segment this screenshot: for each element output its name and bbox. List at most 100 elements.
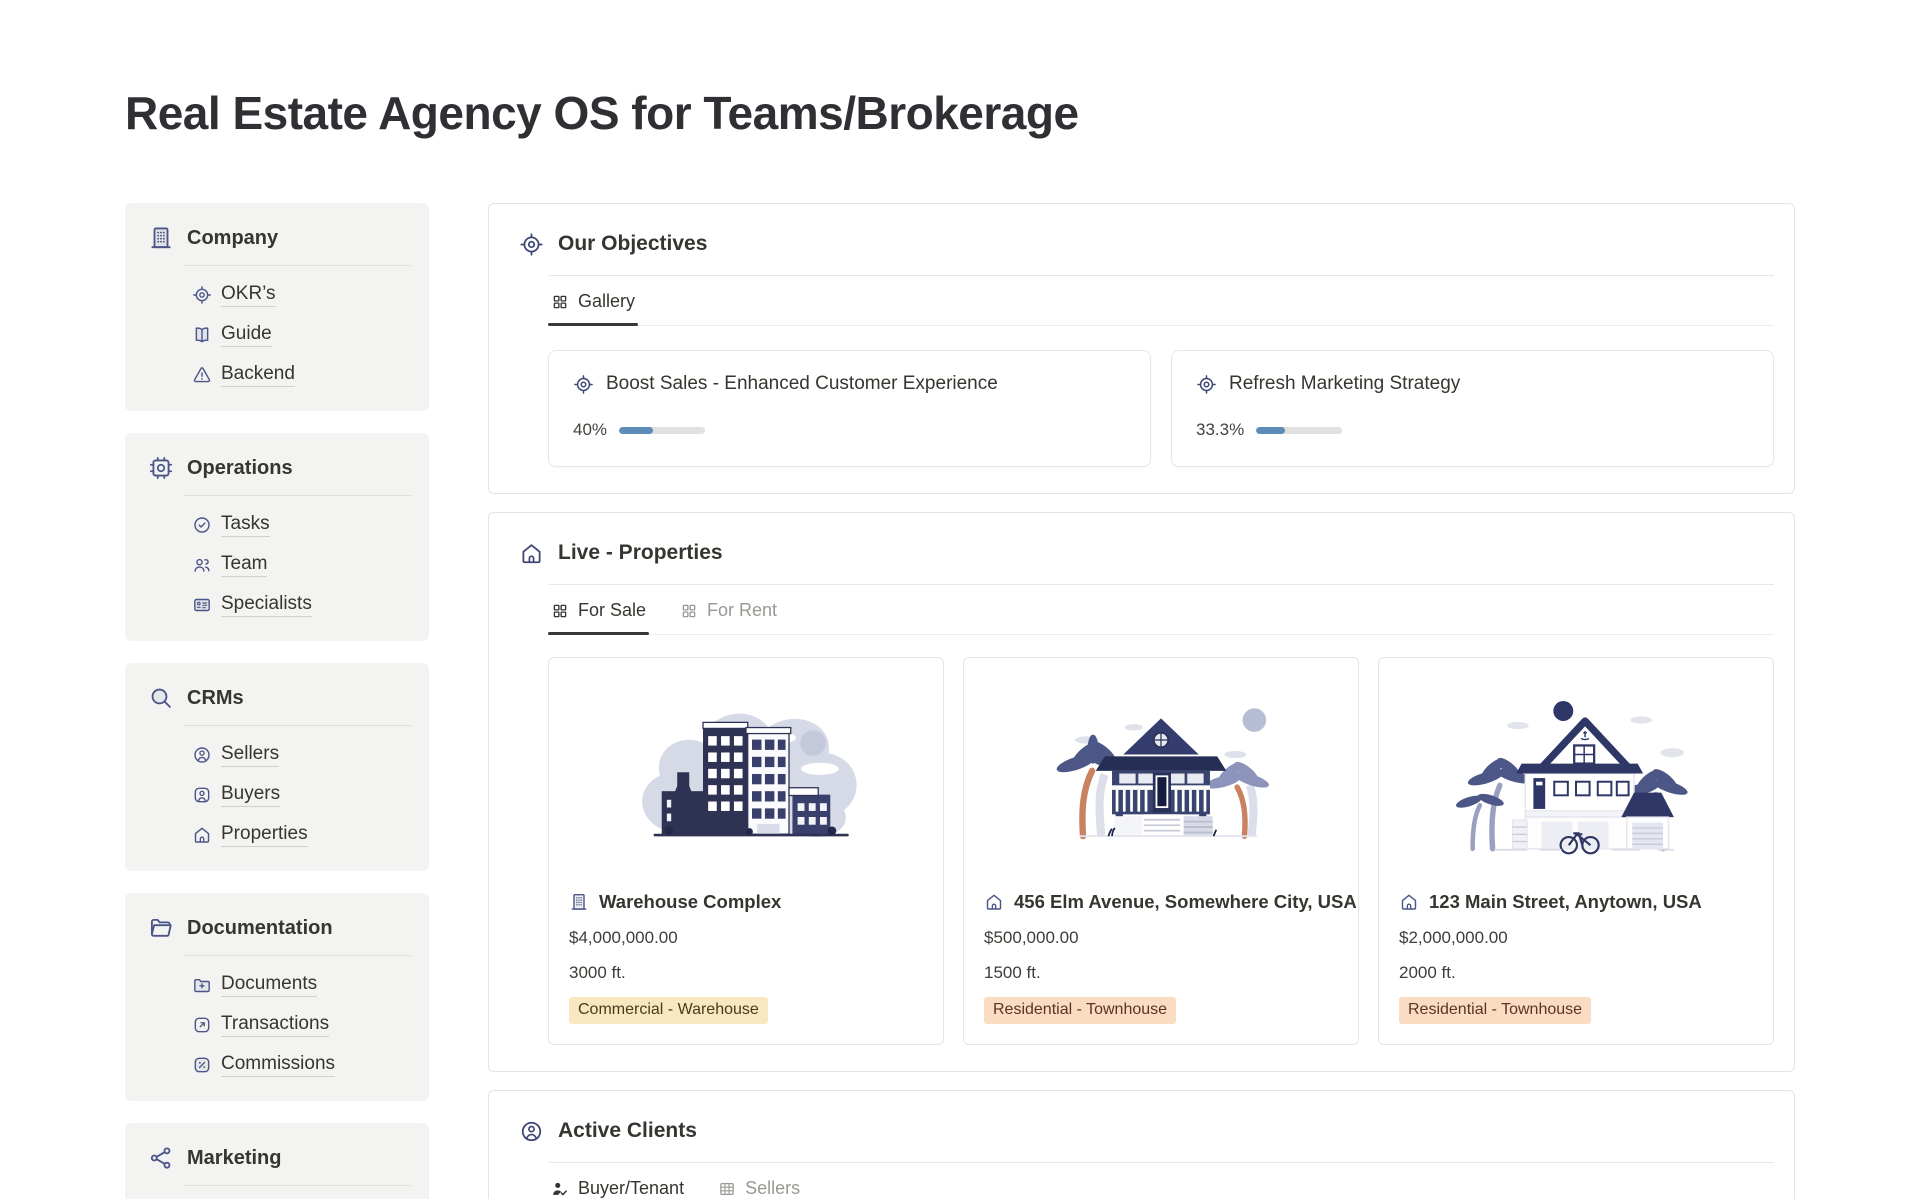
sidebar-item-label: Backend (221, 362, 295, 387)
gallery-grid-icon (551, 293, 569, 311)
divider (184, 265, 411, 266)
sidebar-section-title: Marketing (187, 1145, 281, 1171)
sidebar-item-properties[interactable]: Properties (192, 822, 411, 847)
check-circle-icon (192, 515, 212, 535)
sidebar-item-okrs[interactable]: OKR’s (192, 282, 411, 307)
property-price: $4,000,000.00 (569, 928, 923, 948)
sidebar-item-buyers[interactable]: Buyers (192, 782, 411, 807)
sidebar-section-company: Company OKR’s Guide Backend (125, 203, 429, 411)
tab-gallery[interactable]: Gallery (548, 276, 638, 325)
progress-percent: 40% (573, 420, 607, 440)
building-icon (148, 225, 174, 251)
target-icon (192, 285, 212, 305)
tab-for-rent[interactable]: For Rent (677, 585, 780, 634)
sidebar-item-specialists[interactable]: Specialists (192, 592, 411, 617)
sidebar-section-title: CRMs (187, 685, 244, 711)
progress-percent: 33.3% (1196, 420, 1244, 440)
property-area: 2000 ft. (1399, 963, 1753, 983)
active-clients-section: Active Clients Buyer/Tenant Sellers (488, 1090, 1795, 1199)
sidebar-section-operations: Operations Tasks Team Specialists (125, 433, 429, 641)
gallery-grid-icon (551, 602, 569, 620)
sidebar-item-label: Sellers (221, 742, 279, 767)
sidebar-section-title: Operations (187, 455, 293, 481)
objective-card-refresh-marketing[interactable]: Refresh Marketing Strategy 33.3% (1171, 350, 1774, 467)
sidebar-item-label: Transactions (221, 1012, 329, 1037)
user-square-icon (192, 785, 212, 805)
progress-fill (1256, 427, 1285, 434)
progress-bar (1256, 427, 1342, 434)
sidebar-item-team[interactable]: Team (192, 552, 411, 577)
tab-buyer-tenant[interactable]: Buyer/Tenant (548, 1163, 687, 1199)
objective-title: Refresh Marketing Strategy (1229, 373, 1460, 395)
sidebar-item-transactions[interactable]: Transactions (192, 1012, 411, 1037)
sidebar-item-label: Commissions (221, 1052, 335, 1077)
section-title: Live - Properties (558, 539, 723, 567)
sidebar-item-sellers[interactable]: Sellers (192, 742, 411, 767)
property-type-badge: Commercial - Warehouse (569, 997, 768, 1024)
properties-section: Live - Properties For Sale For Rent (488, 512, 1795, 1072)
property-card-456-elm-avenue[interactable]: 456 Elm Avenue, Somewhere City, USA $500… (963, 657, 1359, 1045)
chip-icon (148, 455, 174, 481)
sidebar-item-guide[interactable]: Guide (192, 322, 411, 347)
percent-icon (192, 1055, 212, 1075)
tab-sellers[interactable]: Sellers (715, 1163, 803, 1199)
property-price: $500,000.00 (984, 928, 1338, 948)
property-card-123-main-street[interactable]: 123 Main Street, Anytown, USA $2,000,000… (1378, 657, 1774, 1045)
main-content: Our Objectives Gallery B (488, 203, 1795, 1199)
sidebar-item-label: Team (221, 552, 267, 577)
sidebar-item-commissions[interactable]: Commissions (192, 1052, 411, 1077)
property-name: 456 Elm Avenue, Somewhere City, USA (1014, 891, 1357, 913)
clients-tabs: Buyer/Tenant Sellers (548, 1163, 1774, 1199)
home-icon (1399, 892, 1419, 912)
property-illustration-white-beach-house (1379, 658, 1773, 875)
sidebar-item-label: Specialists (221, 592, 312, 617)
sidebar-section-marketing: Marketing Brand Assets (125, 1123, 429, 1199)
objective-card-boost-sales[interactable]: Boost Sales - Enhanced Customer Experien… (548, 350, 1151, 467)
property-name: Warehouse Complex (599, 891, 781, 913)
book-icon (192, 325, 212, 345)
objectives-tabs: Gallery (548, 276, 1774, 326)
sidebar-item-label: Tasks (221, 512, 270, 537)
tab-for-sale[interactable]: For Sale (548, 585, 649, 634)
property-price: $2,000,000.00 (1399, 928, 1753, 948)
share-nodes-icon (148, 1145, 174, 1171)
app-window: Real Estate Agency OS for Teams/Brokerag… (0, 0, 1920, 1199)
progress-fill (619, 427, 653, 434)
user-circle-icon (192, 745, 212, 765)
id-card-icon (192, 595, 212, 615)
divider (184, 955, 411, 956)
sidebar-item-tasks[interactable]: Tasks (192, 512, 411, 537)
home-icon (192, 825, 212, 845)
warning-icon (192, 365, 212, 385)
tab-label: Buyer/Tenant (578, 1178, 684, 1199)
tab-label: For Sale (578, 600, 646, 621)
sidebar-item-backend[interactable]: Backend (192, 362, 411, 387)
target-icon (1196, 374, 1217, 395)
divider (184, 495, 411, 496)
sidebar-item-label: Properties (221, 822, 308, 847)
person-check-icon (551, 1180, 569, 1198)
property-type-badge: Residential - Townhouse (1399, 997, 1591, 1024)
tab-label: For Rent (707, 600, 777, 621)
home-icon (984, 892, 1004, 912)
property-area: 1500 ft. (984, 963, 1338, 983)
properties-tabs: For Sale For Rent (548, 585, 1774, 635)
home-icon (519, 541, 544, 566)
sidebar-item-documents[interactable]: Documents (192, 972, 411, 997)
search-icon (148, 685, 174, 711)
sidebar-item-label: Buyers (221, 782, 280, 807)
sidebar-section-documentation: Documentation Documents Transactions Com… (125, 893, 429, 1101)
folder-icon (148, 915, 174, 941)
property-card-warehouse-complex[interactable]: Warehouse Complex $4,000,000.00 3000 ft.… (548, 657, 944, 1045)
sidebar-item-label: Documents (221, 972, 317, 997)
building-icon (569, 892, 589, 912)
table-icon (718, 1180, 736, 1198)
section-title: Active Clients (558, 1117, 697, 1145)
sidebar-section-crms: CRMs Sellers Buyers Properties (125, 663, 429, 871)
section-title: Our Objectives (558, 230, 707, 258)
tab-label: Sellers (745, 1178, 800, 1199)
external-link-icon (192, 1015, 212, 1035)
gallery-grid-icon (680, 602, 698, 620)
divider (184, 725, 411, 726)
sidebar-section-title: Company (187, 225, 278, 251)
